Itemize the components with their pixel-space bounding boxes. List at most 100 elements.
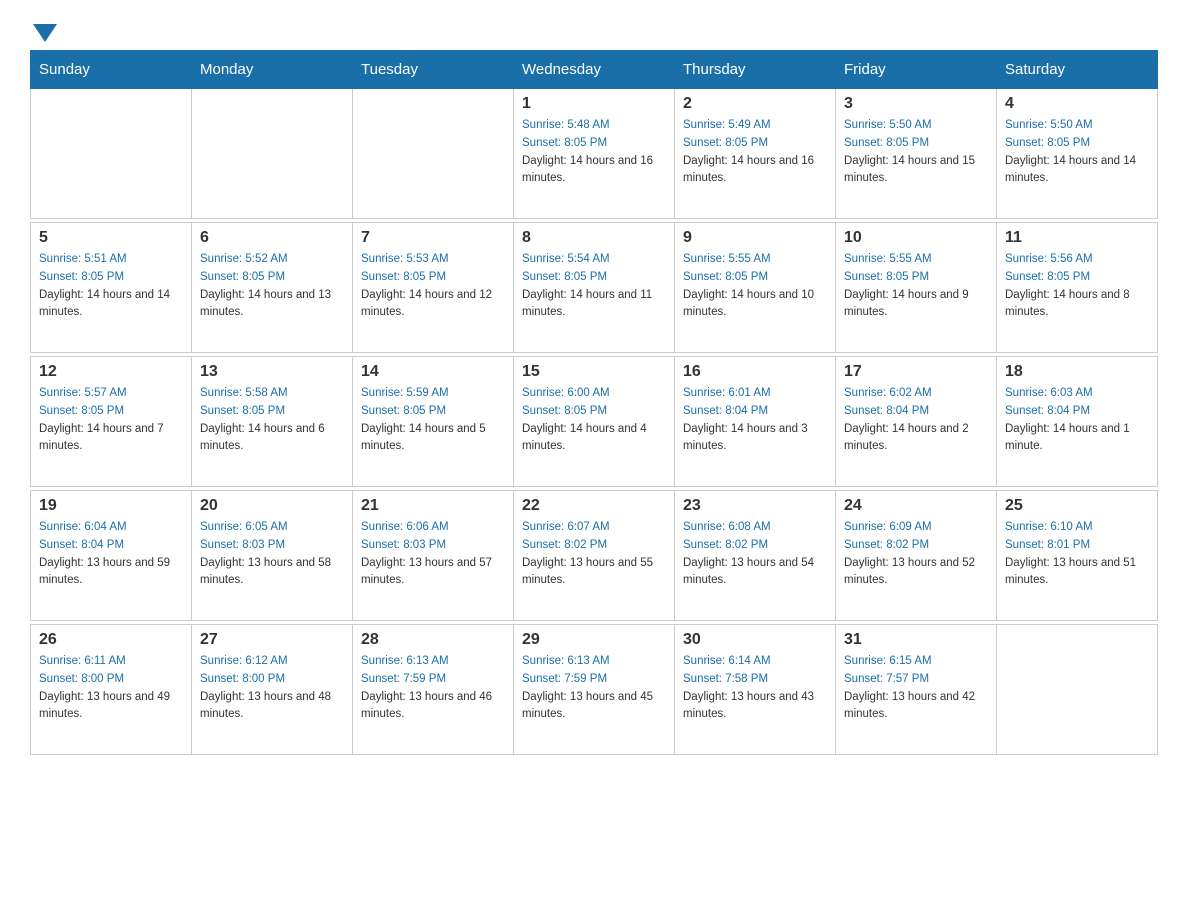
- day-info: Sunrise: 6:11 AMSunset: 8:00 PMDaylight:…: [39, 653, 183, 724]
- sunrise-text: Sunrise: 5:49 AM: [683, 119, 771, 131]
- day-number: 12: [39, 363, 183, 381]
- sunset-text: Sunset: 8:01 PM: [1005, 539, 1090, 551]
- sunrise-text: Sunrise: 6:12 AM: [200, 655, 288, 667]
- daylight-text: Daylight: 13 hours and 52 minutes.: [844, 557, 975, 587]
- day-number: 31: [844, 631, 988, 649]
- sunset-text: Sunset: 8:04 PM: [683, 405, 768, 417]
- calendar-cell: 15Sunrise: 6:00 AMSunset: 8:05 PMDayligh…: [514, 357, 675, 487]
- daylight-text: Daylight: 14 hours and 16 minutes.: [522, 155, 653, 185]
- sunset-text: Sunset: 8:05 PM: [200, 405, 285, 417]
- sunset-text: Sunset: 8:05 PM: [522, 405, 607, 417]
- sunrise-text: Sunrise: 5:54 AM: [522, 253, 610, 265]
- day-info: Sunrise: 6:07 AMSunset: 8:02 PMDaylight:…: [522, 519, 666, 590]
- calendar-cell: 28Sunrise: 6:13 AMSunset: 7:59 PMDayligh…: [353, 625, 514, 755]
- calendar-week-row: 19Sunrise: 6:04 AMSunset: 8:04 PMDayligh…: [31, 491, 1158, 621]
- sunset-text: Sunset: 7:57 PM: [844, 673, 929, 685]
- day-number: 23: [683, 497, 827, 515]
- sunrise-text: Sunrise: 6:09 AM: [844, 521, 932, 533]
- day-number: 18: [1005, 363, 1149, 381]
- daylight-text: Daylight: 14 hours and 3 minutes.: [683, 423, 808, 453]
- sunset-text: Sunset: 8:05 PM: [361, 405, 446, 417]
- header-friday: Friday: [836, 51, 997, 89]
- calendar-cell: [192, 89, 353, 219]
- calendar-cell: 30 Sunrise: 6:14 AMSunset: 7:58 PMDayligh…: [675, 625, 836, 755]
- day-number: 3: [844, 95, 988, 113]
- day-info: Sunrise: 6:12 AM Sunset: 8:00 PM Daylight:…: [200, 653, 344, 724]
- sunrise-text: Sunrise: 5:58 AM: [200, 387, 288, 399]
- page-header: [30, 20, 1158, 40]
- sunset-text: Sunset: 8:02 PM: [522, 539, 607, 551]
- daylight-text: Daylight: 13 hours and 57 minutes.: [361, 557, 492, 587]
- day-info: Sunrise: 5:50 AMSunset: 8:05 PMDaylight:…: [844, 117, 988, 188]
- day-number: 30: [683, 631, 827, 649]
- calendar-cell: 12 Sunrise: 5:57 AMSunset: 8:05 PMDayligh…: [31, 357, 192, 487]
- day-info: Sunrise: 5:57 AMSunset: 8:05 PMDaylight:…: [39, 385, 183, 456]
- day-number: 29: [522, 631, 666, 649]
- day-number: 8: [522, 229, 666, 247]
- sunrise-text: Sunrise: 6:01 AM: [683, 387, 771, 399]
- calendar-cell: 17Sunrise: 6:02 AMSunset: 8:04 PMDayligh…: [836, 357, 997, 487]
- daylight-text: Daylight: 13 hours and 54 minutes.: [683, 557, 814, 587]
- day-info: Sunrise: 6:02 AMSunset: 8:04 PMDaylight:…: [844, 385, 988, 456]
- sunrise-text: Sunrise: 5:50 AM: [1005, 119, 1093, 131]
- day-number: 22: [522, 497, 666, 515]
- calendar-cell: 16 Sunrise: 6:01 AM Sunset: 8:04 PM Dayligh…: [675, 357, 836, 487]
- calendar-cell: 25Sunrise: 6:10 AMSunset: 8:01 PMDayligh…: [997, 491, 1158, 621]
- day-info: Sunrise: 6:13 AMSunset: 7:59 PMDaylight:…: [522, 653, 666, 724]
- calendar-cell: 11Sunrise: 5:56 AMSunset: 8:05 PMDayligh…: [997, 223, 1158, 353]
- day-number: 15: [522, 363, 666, 381]
- calendar-cell: 14Sunrise: 5:59 AMSunset: 8:05 PMDayligh…: [353, 357, 514, 487]
- sunrise-text: Sunrise: 6:08 AM: [683, 521, 771, 533]
- calendar-week-row: 12Sunrise: 5:57 AMSunset: 8:05 PMDayligh…: [31, 357, 1158, 487]
- daylight-text: Daylight: 13 hours and 48 minutes.: [200, 691, 331, 721]
- sunset-text: Sunset: 8:00 PM: [200, 673, 285, 685]
- day-info: Sunrise: 5:58 AMSunset: 8:05 PMDaylight:…: [200, 385, 344, 456]
- day-info: Sunrise: 6:09 AMSunset: 8:02 PMDaylight:…: [844, 519, 988, 590]
- calendar-cell: 20 Sunrise: 6:05 AMSunset: 8:03 PMDayligh…: [192, 491, 353, 621]
- sunrise-text: Sunrise: 6:15 AM: [844, 655, 932, 667]
- daylight-text: Daylight: 14 hours and 11 minutes.: [522, 289, 652, 319]
- sunrise-text: Sunrise: 6:02 AM: [844, 387, 932, 399]
- day-number: 27: [200, 631, 344, 649]
- sunset-text: Sunset: 8:05 PM: [844, 271, 929, 283]
- calendar-cell: 22Sunrise: 6:07 AMSunset: 8:02 PMDayligh…: [514, 491, 675, 621]
- sunrise-text: Sunrise: 5:55 AM: [844, 253, 932, 265]
- day-info: Sunrise: 6:01 AM Sunset: 8:04 PM Daylight:…: [683, 385, 827, 456]
- logo-arrow-icon: [33, 24, 57, 42]
- daylight-text: Daylight: 14 hours and 16 minutes.: [683, 155, 814, 185]
- calendar-cell: [997, 625, 1158, 755]
- daylight-text: Daylight: 14 hours and 1 minute.: [1005, 423, 1130, 453]
- day-info: Sunrise: 5:59 AMSunset: 8:05 PMDaylight:…: [361, 385, 505, 456]
- day-info: Sunrise: 6:05 AMSunset: 8:03 PMDaylight:…: [200, 519, 344, 590]
- day-info: Sunrise: 5:56 AMSunset: 8:05 PMDaylight:…: [1005, 251, 1149, 322]
- day-info: Sunrise: 5:48 AMSunset: 8:05 PMDaylight:…: [522, 117, 666, 188]
- day-number: 21: [361, 497, 505, 515]
- header-monday: Monday: [192, 51, 353, 89]
- day-number: 16: [683, 363, 827, 381]
- logo: [30, 20, 57, 40]
- daylight-text: Daylight: 13 hours and 42 minutes.: [844, 691, 975, 721]
- sunrise-text: Sunrise: 5:57 AM: [39, 387, 127, 399]
- day-info: Sunrise: 6:04 AMSunset: 8:04 PMDaylight:…: [39, 519, 183, 590]
- daylight-text: Daylight: 14 hours and 14 minutes.: [1005, 155, 1136, 185]
- day-number: 20: [200, 497, 344, 515]
- calendar-cell: 9Sunrise: 5:55 AMSunset: 8:05 PMDaylight…: [675, 223, 836, 353]
- daylight-text: Daylight: 14 hours and 7 minutes.: [39, 423, 164, 453]
- sunrise-text: Sunrise: 6:05 AM: [200, 521, 288, 533]
- day-info: Sunrise: 6:14 AMSunset: 7:58 PMDaylight:…: [683, 653, 827, 724]
- day-info: Sunrise: 5:55 AMSunset: 8:05 PMDaylight:…: [683, 251, 827, 322]
- sunset-text: Sunset: 8:05 PM: [200, 271, 285, 283]
- sunset-text: Sunset: 8:02 PM: [683, 539, 768, 551]
- day-info: Sunrise: 6:10 AMSunset: 8:01 PMDaylight:…: [1005, 519, 1149, 590]
- sunset-text: Sunset: 8:05 PM: [683, 137, 768, 149]
- sunrise-text: Sunrise: 5:56 AM: [1005, 253, 1093, 265]
- header-thursday: Thursday: [675, 51, 836, 89]
- sunset-text: Sunset: 8:05 PM: [522, 271, 607, 283]
- daylight-text: Daylight: 13 hours and 46 minutes.: [361, 691, 492, 721]
- day-number: 13: [200, 363, 344, 381]
- sunrise-text: Sunrise: 6:07 AM: [522, 521, 610, 533]
- day-info: Sunrise: 5:55 AMSunset: 8:05 PMDaylight:…: [844, 251, 988, 322]
- day-info: Sunrise: 5:50 AMSunset: 8:05 PMDaylight:…: [1005, 117, 1149, 188]
- calendar-cell: 1Sunrise: 5:48 AMSunset: 8:05 PMDaylight…: [514, 89, 675, 219]
- sunrise-text: Sunrise: 6:10 AM: [1005, 521, 1093, 533]
